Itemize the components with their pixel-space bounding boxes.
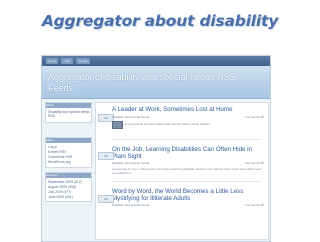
sidebar-archive-link[interactable]: June 2009 (444) xyxy=(48,195,73,199)
post-item: Word by Word, the World Becomes a Little… xyxy=(96,187,268,237)
site-title[interactable]: Aggregator of disability and special nee… xyxy=(48,72,253,94)
post-thumbnail xyxy=(112,121,123,129)
post-item: A Leader at Work, Sometimes Lost at Home… xyxy=(96,105,268,145)
sidebar-archives-heading: Archives xyxy=(46,173,91,178)
post-comments[interactable]: Comments Off xyxy=(245,115,264,119)
post-divider xyxy=(112,139,262,140)
sidebar-about-line: RSS xyxy=(48,114,55,118)
post-byline: Disability and special needs xyxy=(112,203,150,207)
sidebar-meta-login[interactable]: Log in xyxy=(48,145,57,149)
sidebar-archives-box: Archives September 2009 (512) August 200… xyxy=(45,172,92,202)
nav-tab-feeds[interactable]: Feeds xyxy=(76,58,90,64)
slide-title: Aggregator about disability xyxy=(41,12,279,30)
sidebar-meta-wordpress[interactable]: WordPress.org xyxy=(48,160,71,164)
sidebar: About Disability and special needs RSS M… xyxy=(45,102,92,238)
post-title-link[interactable]: Word by Word, the World Becomes a Little… xyxy=(112,188,266,202)
top-navigation: Home Add Feeds xyxy=(42,56,270,66)
post-comments[interactable]: Comments Off xyxy=(245,161,264,165)
post-comments[interactable]: Comments Off xyxy=(245,203,264,207)
sidebar-about-heading: About xyxy=(46,103,91,108)
sidebar-meta-box: Meta Log in Entries RSS Comments RSS Wor… xyxy=(45,137,92,168)
site-banner: Aggregator of disability and special nee… xyxy=(42,66,270,99)
sidebar-meta-comments-rss[interactable]: Comments RSS xyxy=(48,155,72,159)
main-content: A Leader at Work, Sometimes Lost at Home… xyxy=(95,102,269,240)
post-byline: Disability and special needs xyxy=(112,115,150,119)
post-excerpt: Among events at home a little daily shou… xyxy=(124,122,212,126)
post-item: On the Job, Learning Disabilities Can Of… xyxy=(96,143,268,187)
nav-tab-add[interactable]: Add xyxy=(61,58,73,64)
post-date-badge: 24 xyxy=(98,152,114,160)
post-title-link[interactable]: A Leader at Work, Sometimes Lost at Home xyxy=(112,106,266,114)
sidebar-meta-heading: Meta xyxy=(46,138,91,143)
sidebar-meta-entries-rss[interactable]: Entries RSS xyxy=(48,150,66,154)
post-title-link[interactable]: On the Job, Learning Disabilities Can Of… xyxy=(112,146,266,160)
post-excerpt: As recently as nine to 15 people may hav… xyxy=(112,167,262,175)
post-byline: Disability and special needs xyxy=(112,161,150,165)
sidebar-archive-link[interactable]: July 2009 (577) xyxy=(48,190,71,194)
sidebar-about-box: About Disability and special needs RSS xyxy=(45,102,92,123)
sidebar-archive-link[interactable]: August 2009 (908) xyxy=(48,185,76,189)
post-divider xyxy=(112,181,262,182)
website-screenshot: Home Add Feeds Aggregator of disability … xyxy=(41,55,271,242)
sidebar-archive-link[interactable]: September 2009 (512) xyxy=(48,180,82,184)
nav-tab-home[interactable]: Home xyxy=(46,58,58,64)
post-date-badge: 24 xyxy=(98,195,114,203)
